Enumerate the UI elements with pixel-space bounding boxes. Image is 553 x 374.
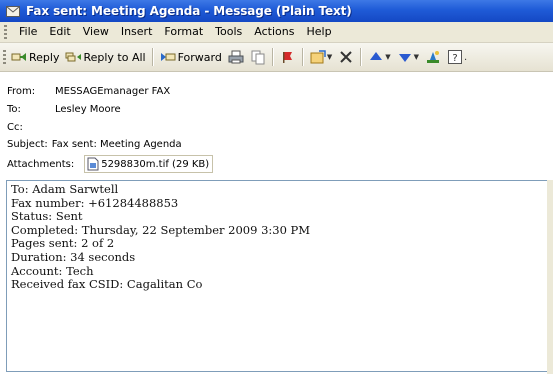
reply-icon [11, 53, 26, 61]
body-line: Fax number: +61284488853 [11, 195, 179, 210]
reply-all-label: Reply to All [83, 50, 146, 64]
menu-view[interactable]: View [77, 23, 115, 41]
chevron-down-icon[interactable]: . [464, 52, 467, 63]
reply-all-icon [65, 52, 82, 62]
print-button[interactable] [225, 46, 247, 68]
chevron-down-icon[interactable]: ▼ [327, 53, 332, 61]
attachment-item[interactable]: 5298830m.tif (29 KB) [84, 155, 214, 173]
attachment-name: 5298830m.tif (29 KB) [101, 158, 210, 170]
to-row: To: Lesley Moore [7, 102, 121, 116]
menu-actions[interactable]: Actions [248, 23, 300, 41]
copy-button[interactable] [247, 46, 269, 68]
next-icon [398, 54, 411, 62]
copy-icon [251, 50, 265, 65]
toolbar-separator [151, 48, 154, 66]
subject-label: Subject: [7, 138, 48, 150]
find-contact-button[interactable] [422, 46, 444, 68]
body-line: To: Adam Sarwtell [11, 182, 119, 196]
menu-tools[interactable]: Tools [209, 23, 248, 41]
body-line: Completed: Thursday, 22 September 2009 3… [11, 222, 311, 237]
cc-row: Cc: [7, 120, 49, 134]
body-line: Account: Tech [11, 263, 94, 278]
menu-bar: File Edit View Insert Format Tools Actio… [0, 22, 553, 43]
reply-button[interactable]: Reply [8, 46, 62, 68]
toolbar: Reply Reply to All Forward ▼ ▼ ▼ ? . [0, 43, 553, 72]
menu-insert[interactable]: Insert [115, 23, 159, 41]
flag-icon [282, 52, 292, 63]
subject-value: Fax sent: Meeting Agenda [51, 138, 182, 150]
title-bar[interactable]: Fax sent: Meeting Agenda - Message (Plai… [0, 0, 553, 22]
from-row: From: MESSAGEmanager FAX [7, 84, 170, 98]
image-file-icon [87, 157, 99, 171]
move-icon [310, 50, 326, 64]
delete-icon [340, 51, 352, 63]
from-value[interactable]: MESSAGEmanager FAX [55, 86, 170, 97]
menu-help[interactable]: Help [300, 23, 337, 41]
chevron-down-icon[interactable]: ▼ [414, 53, 419, 61]
from-label: From: [7, 85, 36, 97]
scrollbar[interactable] [547, 180, 553, 374]
move-button[interactable]: ▼ [307, 46, 335, 68]
help-button[interactable]: ? . [444, 46, 470, 68]
cc-label: Cc: [7, 121, 23, 133]
toolbar-separator [271, 48, 274, 66]
menu-format[interactable]: Format [158, 23, 209, 41]
print-icon [228, 50, 244, 64]
menu-grip[interactable] [4, 25, 7, 39]
body-line: Received fax CSID: Cagalitan Co [11, 277, 203, 292]
chevron-down-icon[interactable]: ▼ [385, 53, 390, 61]
envelope-icon [6, 5, 20, 17]
to-label: To: [7, 103, 21, 115]
body-line: Pages sent: 2 of 2 [11, 236, 115, 251]
reply-label: Reply [29, 50, 60, 64]
menu-file[interactable]: File [13, 23, 43, 41]
delete-button[interactable] [335, 46, 357, 68]
window-title: Fax sent: Meeting Agenda - Message (Plai… [26, 4, 352, 18]
message-body[interactable]: To: Adam Sarwtell Fax number: +6128448885… [6, 180, 548, 372]
subject-row: Subject: Fax sent: Meeting Agenda [7, 137, 182, 151]
toolbar-separator [301, 48, 304, 66]
attachments-row: Attachments: 5298830m.tif (29 KB) [7, 154, 214, 174]
reply-all-button[interactable]: Reply to All [62, 46, 148, 68]
svg-text:?: ? [452, 53, 457, 64]
next-item-button[interactable]: ▼ [394, 46, 422, 68]
forward-label: Forward [177, 50, 222, 64]
previous-icon [370, 52, 383, 60]
previous-item-button[interactable]: ▼ [365, 46, 393, 68]
body-text: To: Adam Sarwtell Fax number: +6128448885… [7, 181, 547, 292]
body-line: Duration: 34 seconds [11, 249, 136, 264]
attachments-label: Attachments: [7, 158, 75, 170]
message-header: From: MESSAGEmanager FAX To: Lesley Moor… [0, 72, 553, 180]
to-value[interactable]: Lesley Moore [55, 104, 121, 115]
body-line: Status: Sent [11, 209, 83, 224]
flag-button[interactable] [277, 46, 299, 68]
toolbar-separator [360, 48, 363, 66]
help-icon: ? [448, 50, 463, 64]
forward-icon [160, 53, 176, 61]
menu-edit[interactable]: Edit [43, 23, 76, 41]
toolbar-grip[interactable] [3, 50, 6, 64]
forward-button[interactable]: Forward [157, 46, 225, 68]
find-contact-icon [427, 51, 440, 63]
